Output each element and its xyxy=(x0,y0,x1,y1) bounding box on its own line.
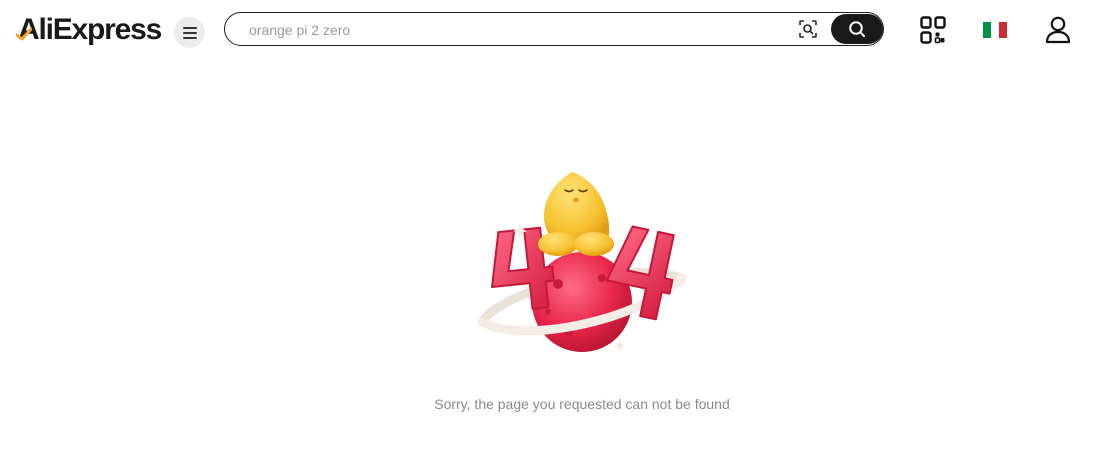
error-message: Sorry, the page you requested can not be… xyxy=(434,396,730,412)
header: AliExpress xyxy=(0,0,1096,64)
menu-icon xyxy=(182,26,197,39)
search-button[interactable] xyxy=(831,14,883,44)
qr-code-icon xyxy=(920,16,946,44)
search-input[interactable] xyxy=(247,13,771,46)
account-button[interactable] xyxy=(1045,16,1071,44)
italy-flag-icon[interactable] xyxy=(983,22,1007,38)
qr-code-button[interactable] xyxy=(920,16,946,44)
flag-green-stripe xyxy=(983,22,991,38)
aliexpress-logo[interactable]: AliExpress xyxy=(16,12,162,48)
logo-swoosh-icon xyxy=(16,27,32,41)
error-404-illustration xyxy=(462,160,702,370)
flag-red-stripe xyxy=(999,22,1007,38)
camera-search-icon xyxy=(799,20,817,38)
image-search-button[interactable] xyxy=(797,19,819,39)
planet-mascot-404-graphic xyxy=(477,172,687,352)
search-bar xyxy=(224,12,884,46)
logo-text: AliExpress xyxy=(18,13,162,46)
menu-button[interactable] xyxy=(174,17,205,48)
flag-white-stripe xyxy=(991,22,999,38)
search-icon xyxy=(849,21,865,37)
user-icon xyxy=(1045,16,1071,44)
page: AliExpress orange pi 2 zero Sorry, the p… xyxy=(0,0,1096,472)
